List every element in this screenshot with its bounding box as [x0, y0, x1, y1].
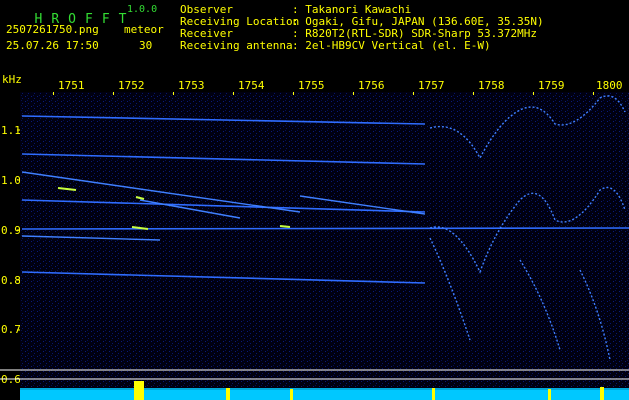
- y-ticks: [17, 129, 20, 380]
- spectrogram-plot: [0, 92, 629, 400]
- trace-0-90: [21, 227, 629, 230]
- spectrogram-window: HROFFT 1.0.0 2507261750.png 25.07.26 17:…: [0, 0, 629, 400]
- noise-floor: [20, 92, 629, 392]
